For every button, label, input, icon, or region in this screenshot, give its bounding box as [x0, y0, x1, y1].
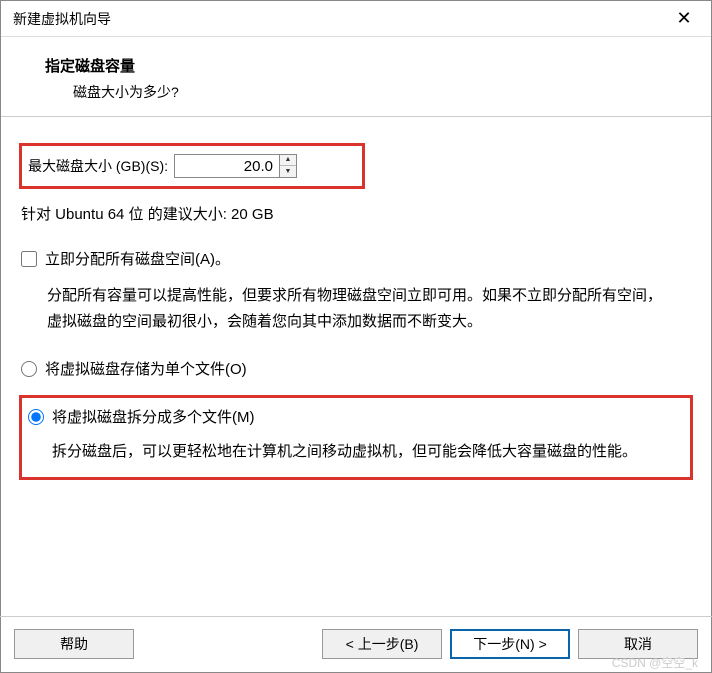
- recommended-size-text: 针对 Ubuntu 64 位 的建议大小: 20 GB: [21, 203, 693, 224]
- disk-size-input[interactable]: [175, 155, 279, 177]
- store-single-radio[interactable]: [21, 361, 37, 377]
- spinner-down-icon[interactable]: ▼: [280, 166, 296, 177]
- spinner-buttons: ▲ ▼: [279, 155, 296, 177]
- wizard-header: 指定磁盘容量 磁盘大小为多少?: [1, 37, 711, 117]
- allocate-now-description: 分配所有容量可以提高性能，但要求所有物理磁盘空间立即可用。如果不立即分配所有空间…: [19, 277, 693, 358]
- store-single-row: 将虚拟磁盘存储为单个文件(O): [19, 358, 693, 379]
- page-subtitle: 磁盘大小为多少?: [31, 82, 681, 102]
- titlebar: 新建虚拟机向导 ✕: [1, 1, 711, 37]
- max-disk-size-label: 最大磁盘大小 (GB)(S):: [28, 156, 168, 176]
- content-area: 最大磁盘大小 (GB)(S): ▲ ▼ 针对 Ubuntu 64 位 的建议大小…: [1, 117, 711, 490]
- max-disk-size-group: 最大磁盘大小 (GB)(S): ▲ ▼: [19, 143, 365, 189]
- next-button[interactable]: 下一步(N) >: [450, 629, 570, 659]
- store-split-label[interactable]: 将虚拟磁盘拆分成多个文件(M): [52, 406, 255, 427]
- store-split-radio[interactable]: [28, 409, 44, 425]
- allocate-now-checkbox[interactable]: [21, 251, 37, 267]
- spinner-up-icon[interactable]: ▲: [280, 155, 296, 166]
- wizard-footer: 帮助 < 上一步(B) 下一步(N) > 取消: [0, 616, 712, 673]
- close-icon[interactable]: ✕: [669, 8, 699, 29]
- disk-size-spinner[interactable]: ▲ ▼: [174, 154, 297, 178]
- store-split-row: 将虚拟磁盘拆分成多个文件(M): [28, 406, 684, 427]
- allocate-now-row: 立即分配所有磁盘空间(A)。: [19, 248, 693, 269]
- back-button[interactable]: < 上一步(B): [322, 629, 442, 659]
- watermark-text: CSDN @空空_k: [612, 654, 698, 671]
- page-title: 指定磁盘容量: [31, 55, 681, 76]
- store-single-label[interactable]: 将虚拟磁盘存储为单个文件(O): [45, 358, 247, 379]
- allocate-now-label[interactable]: 立即分配所有磁盘空间(A)。: [45, 248, 230, 269]
- window-title: 新建虚拟机向导: [13, 9, 111, 29]
- store-split-description: 拆分磁盘后，可以更轻松地在计算机之间移动虚拟机，但可能会降低大容量磁盘的性能。: [28, 435, 684, 473]
- store-split-group: 将虚拟磁盘拆分成多个文件(M) 拆分磁盘后，可以更轻松地在计算机之间移动虚拟机，…: [19, 395, 693, 480]
- help-button[interactable]: 帮助: [14, 629, 134, 659]
